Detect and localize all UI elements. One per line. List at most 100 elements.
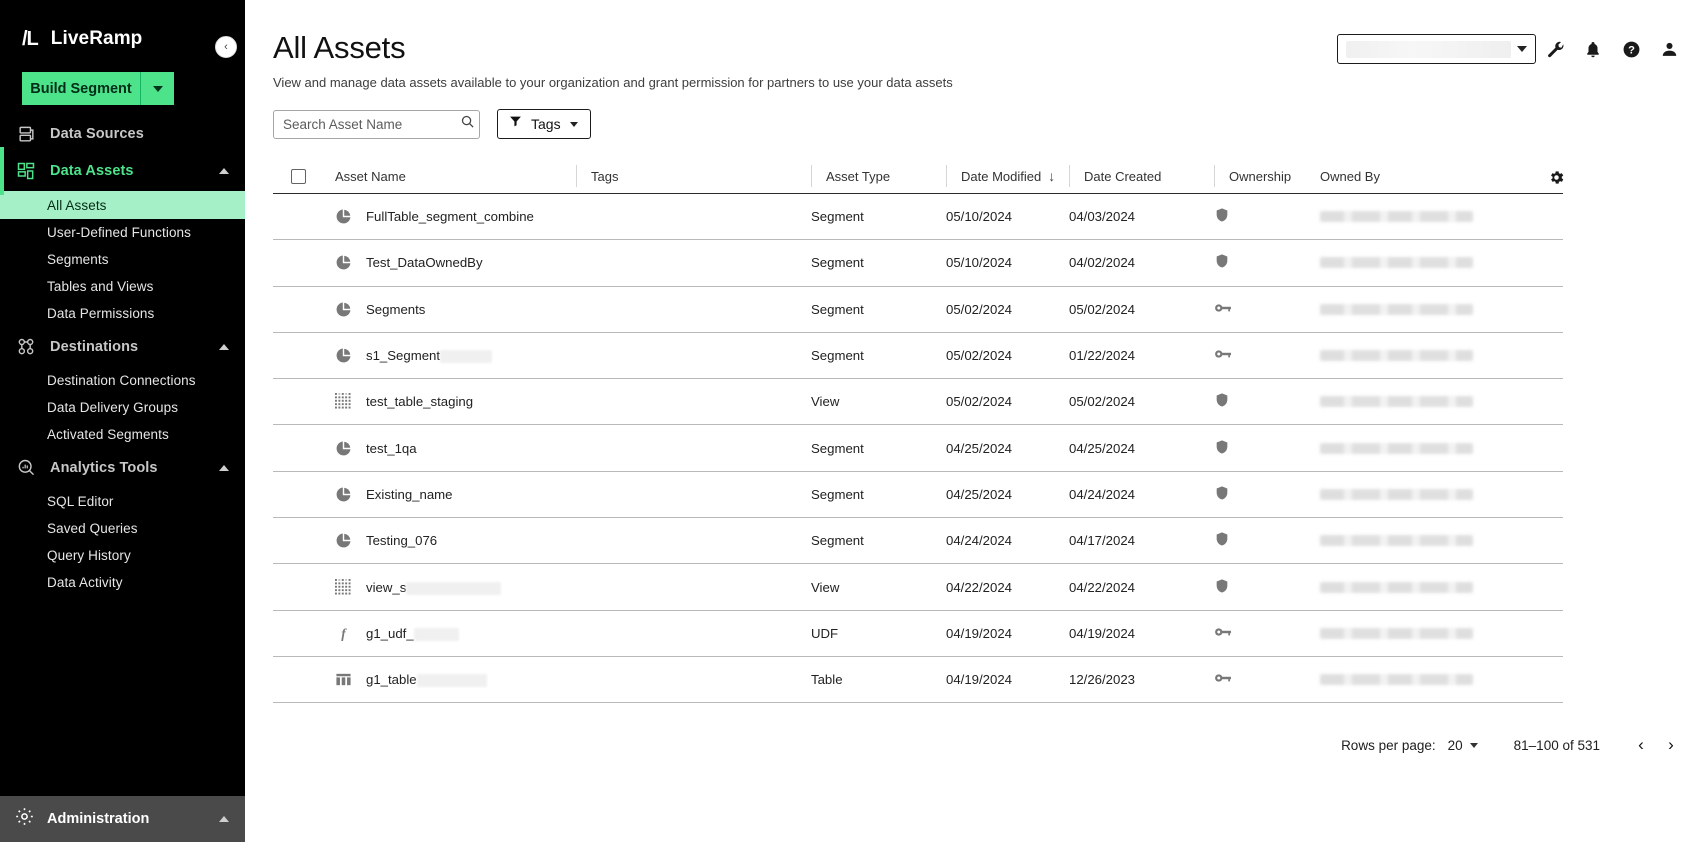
cell-date-created: 04/02/2024 bbox=[1069, 255, 1136, 271]
sidebar-item-saved-queries[interactable]: Saved Queries bbox=[0, 515, 245, 542]
organization-selector[interactable] bbox=[1337, 34, 1536, 64]
sidebar-item-data-activity[interactable]: Data Activity bbox=[0, 569, 245, 596]
table-row[interactable]: test_1qa Segment 04/25/2024 04/25/2024 bbox=[273, 425, 1563, 472]
shield-icon bbox=[1214, 577, 1230, 598]
cell-asset-name[interactable]: FullTable_segment_combine bbox=[335, 194, 576, 239]
table-row[interactable]: Segments Segment 05/02/2024 05/02/2024 bbox=[273, 287, 1563, 333]
table-row[interactable]: Existing_name Segment 04/25/2024 04/24/2024 bbox=[273, 472, 1563, 519]
asset-name-text: Test_DataOwnedBy bbox=[366, 255, 483, 271]
select-all-checkbox[interactable] bbox=[291, 168, 306, 184]
table-row[interactable]: g1_table Table 04/19/2024 12/26/2023 bbox=[273, 657, 1563, 704]
analytics-tools-icon bbox=[14, 457, 38, 479]
cell-asset-name[interactable]: g1_table bbox=[335, 657, 576, 702]
build-segment-dropdown-button[interactable] bbox=[141, 72, 174, 105]
rows-per-page-label: Rows per page: bbox=[1341, 737, 1436, 753]
sidebar-item-administration[interactable]: Administration bbox=[0, 796, 245, 842]
row-select-cell[interactable] bbox=[273, 472, 335, 517]
chevron-up-icon[interactable] bbox=[219, 816, 229, 822]
build-segment-button[interactable]: Build Segment bbox=[22, 72, 141, 105]
table-row[interactable]: view_s View 04/22/2024 04/22/2024 bbox=[273, 564, 1563, 611]
chevron-up-icon[interactable] bbox=[219, 344, 229, 350]
table-row[interactable]: Testing_076 Segment 04/24/2024 04/17/2024 bbox=[273, 518, 1563, 565]
table-row[interactable]: test_table_staging View 05/02/2024 05/02/20… bbox=[273, 379, 1563, 426]
sidebar-item-destination-connections[interactable]: Destination Connections bbox=[0, 367, 245, 394]
table-settings-gear-icon[interactable] bbox=[1541, 165, 1571, 189]
row-select-cell[interactable] bbox=[273, 425, 335, 470]
wrench-icon[interactable] bbox=[1536, 30, 1574, 68]
cell-date-modified: 05/10/2024 bbox=[946, 209, 1013, 225]
sidebar-item-activated-segments[interactable]: Activated Segments bbox=[0, 421, 245, 448]
sidebar-item-all-assets[interactable]: All Assets bbox=[0, 191, 245, 219]
column-header-date-modified[interactable]: Date Modified ↓ bbox=[946, 165, 1069, 187]
sidebar-group-data-assets[interactable]: Data Assets bbox=[0, 147, 245, 195]
cell-asset-name[interactable]: Testing_076 bbox=[335, 518, 576, 563]
row-select-cell[interactable] bbox=[273, 194, 335, 239]
sidebar-item-segments[interactable]: Segments bbox=[0, 246, 245, 273]
previous-page-button[interactable]: ‹ bbox=[1626, 730, 1656, 760]
cell-asset-name[interactable]: test_1qa bbox=[335, 425, 576, 470]
chevron-up-icon[interactable] bbox=[219, 168, 229, 174]
sidebar-group-data-sources[interactable]: Data Sources bbox=[0, 117, 245, 151]
cell-asset-name[interactable]: s1_Segment bbox=[335, 333, 576, 378]
cell-asset-name[interactable]: view_s bbox=[335, 564, 576, 609]
column-header-date-created[interactable]: Date Created bbox=[1069, 165, 1214, 187]
row-select-cell[interactable] bbox=[273, 240, 335, 285]
cell-owned-by bbox=[1320, 518, 1500, 563]
key-icon bbox=[1214, 671, 1233, 688]
rows-per-page-selector[interactable]: 20 bbox=[1448, 738, 1478, 753]
cell-date-modified: 05/02/2024 bbox=[946, 348, 1013, 364]
column-header-asset-name[interactable]: Asset Name bbox=[335, 165, 576, 187]
table-row[interactable]: f g1_udf_ UDF 04/19/2024 04/19/2024 bbox=[273, 611, 1563, 657]
row-select-cell[interactable] bbox=[273, 287, 335, 332]
sidebar-group-label: Analytics Tools bbox=[50, 460, 158, 476]
cell-date-created: 04/22/2024 bbox=[1069, 579, 1136, 595]
column-header-ownership[interactable]: Ownership bbox=[1214, 165, 1320, 187]
sidebar-group-label: Data Sources bbox=[50, 126, 144, 142]
column-header-asset-type[interactable]: Asset Type bbox=[811, 165, 946, 187]
cell-asset-type: Segment bbox=[811, 533, 864, 549]
row-select-cell[interactable] bbox=[273, 518, 335, 563]
table-row[interactable]: FullTable_segment_combine Segment 05/10/20… bbox=[273, 194, 1563, 241]
row-select-cell[interactable] bbox=[273, 657, 335, 702]
cell-owned-by bbox=[1320, 240, 1500, 285]
sort-descending-icon[interactable]: ↓ bbox=[1048, 169, 1055, 183]
bell-icon[interactable] bbox=[1574, 30, 1612, 68]
sidebar-item-query-history[interactable]: Query History bbox=[0, 542, 245, 569]
cell-date-modified: 04/25/2024 bbox=[946, 440, 1013, 456]
row-select-cell[interactable] bbox=[273, 333, 335, 378]
table-row[interactable]: s1_Segment Segment 05/02/2024 01/22/2024 bbox=[273, 333, 1563, 380]
sidebar-item-sql-editor[interactable]: SQL Editor bbox=[0, 488, 245, 515]
column-header-owned-by[interactable]: Owned By bbox=[1320, 165, 1500, 187]
chevron-up-icon[interactable] bbox=[219, 465, 229, 471]
search-input[interactable] bbox=[283, 116, 460, 132]
user-icon[interactable] bbox=[1650, 30, 1688, 68]
row-select-cell[interactable] bbox=[273, 564, 335, 609]
row-select-cell[interactable] bbox=[273, 611, 335, 656]
cell-asset-name[interactable]: f g1_udf_ bbox=[335, 611, 576, 656]
cell-date-modified: 04/22/2024 bbox=[946, 579, 1013, 595]
help-icon[interactable]: ? bbox=[1612, 30, 1650, 68]
cell-ownership bbox=[1214, 287, 1320, 332]
cell-asset-name[interactable]: Segments bbox=[335, 287, 576, 332]
sidebar-collapse-button[interactable]: ‹ bbox=[215, 36, 237, 58]
sidebar-item-data-delivery-groups[interactable]: Data Delivery Groups bbox=[0, 394, 245, 421]
table-row[interactable]: Test_DataOwnedBy Segment 05/10/2024 04/02/2… bbox=[273, 240, 1563, 287]
cell-asset-name[interactable]: test_table_staging bbox=[335, 379, 576, 424]
sidebar-group-analytics-tools[interactable]: Analytics Tools bbox=[0, 448, 245, 488]
redacted-owner-value bbox=[1320, 627, 1473, 639]
tags-filter-button[interactable]: Tags bbox=[497, 109, 591, 139]
cell-owned-by bbox=[1320, 564, 1500, 609]
sidebar-group-destinations[interactable]: Destinations bbox=[0, 327, 245, 367]
row-select-cell[interactable] bbox=[273, 379, 335, 424]
cell-date-created: 01/22/2024 bbox=[1069, 348, 1136, 364]
sidebar-item-tables-and-views[interactable]: Tables and Views bbox=[0, 273, 245, 300]
cell-date-created: 04/19/2024 bbox=[1069, 625, 1136, 641]
column-header-tags[interactable]: Tags bbox=[576, 165, 811, 187]
sidebar-item-user-defined-functions[interactable]: User-Defined Functions bbox=[0, 219, 245, 246]
sidebar-item-data-permissions[interactable]: Data Permissions bbox=[0, 300, 245, 327]
next-page-button[interactable]: › bbox=[1656, 730, 1686, 760]
search-asset-name-box[interactable] bbox=[273, 109, 480, 139]
redacted-owner-value bbox=[1320, 535, 1473, 547]
cell-asset-name[interactable]: Test_DataOwnedBy bbox=[335, 240, 576, 285]
cell-asset-name[interactable]: Existing_name bbox=[335, 472, 576, 517]
